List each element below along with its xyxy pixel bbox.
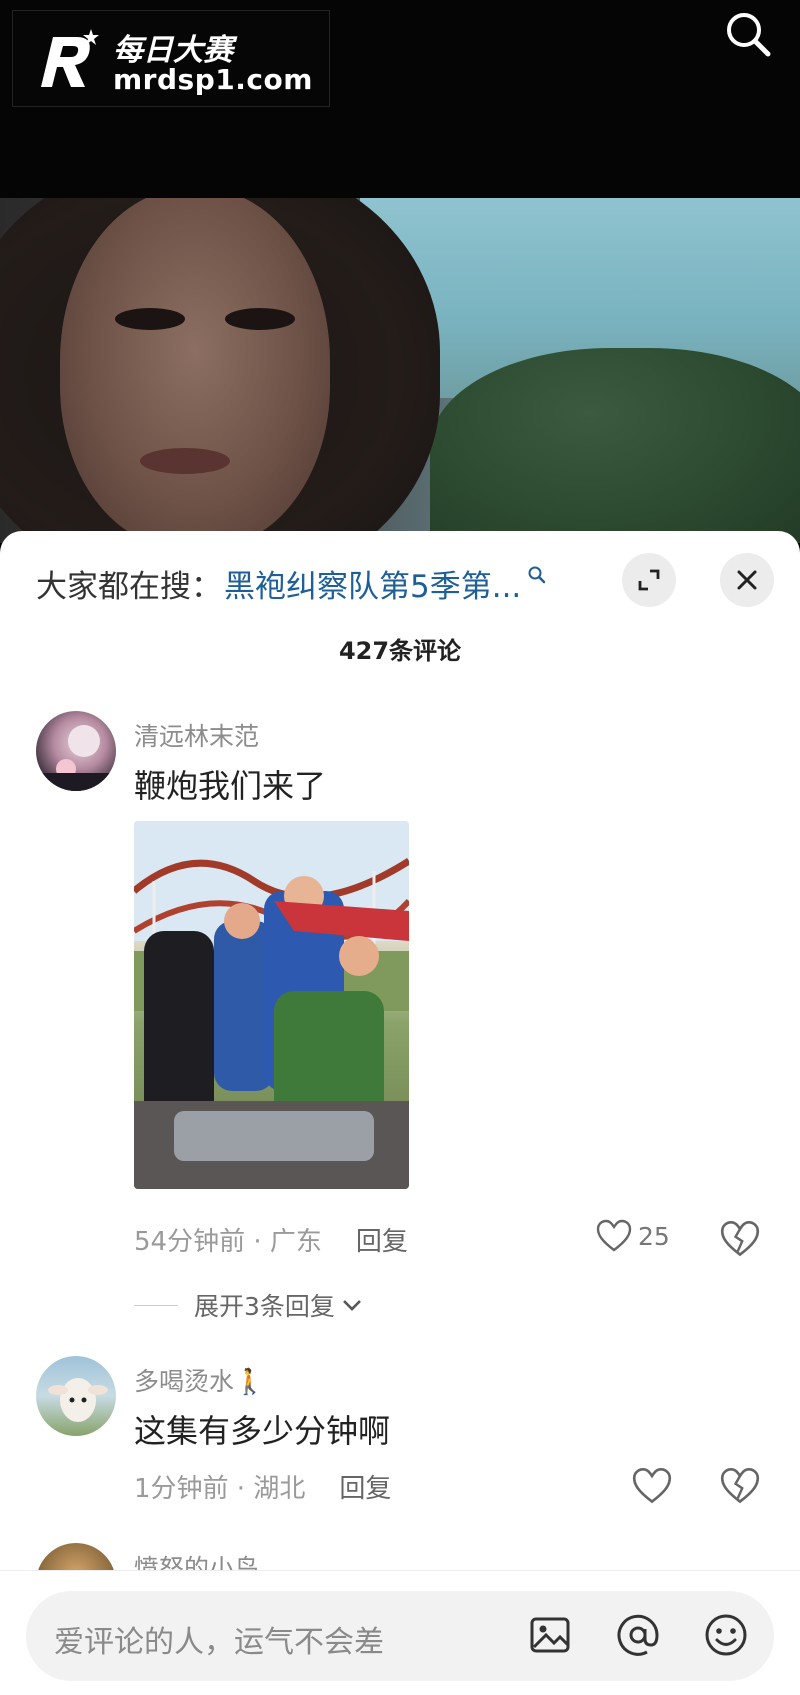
- reply-button[interactable]: 回复: [339, 1474, 391, 1504]
- video-person-face: [60, 198, 330, 543]
- expand-divider: [134, 1304, 178, 1306]
- image-icon[interactable]: [526, 1611, 574, 1659]
- video-player[interactable]: [0, 198, 800, 543]
- like-count: 25: [638, 1221, 670, 1251]
- video-person-eye: [225, 308, 295, 330]
- comment-count: 427条评论: [338, 637, 462, 665]
- logo-r-icon: [41, 29, 99, 87]
- heart-icon[interactable]: [632, 1466, 672, 1506]
- search-icon[interactable]: [720, 6, 776, 62]
- video-person-lips: [140, 448, 230, 474]
- comment-meta: 1分钟前 · 湖北 回复: [134, 1468, 391, 1505]
- comment-image[interactable]: [134, 821, 409, 1189]
- hot-search-bar[interactable]: 大家都在搜： 黑袍纠察队第5季第...: [36, 561, 547, 606]
- site-logo: 每日大赛 mrdsp1.com: [12, 10, 330, 107]
- comment-input-bar: 爱评论的人，运气不会差: [0, 1570, 800, 1695]
- comment-input[interactable]: 爱评论的人，运气不会差: [26, 1591, 774, 1681]
- broken-heart-icon[interactable]: [720, 1466, 760, 1506]
- reply-button[interactable]: 回复: [356, 1227, 408, 1257]
- video-person-eye: [115, 308, 185, 330]
- comment-meta: 54分钟前 · 广东 回复: [134, 1221, 408, 1258]
- like-button[interactable]: 25: [596, 1219, 670, 1253]
- hot-search-term[interactable]: 黑袍纠察队第5季第...: [224, 561, 521, 606]
- comment-text: 这集有多少分钟啊: [134, 1412, 391, 1450]
- rollercoaster-heroes-image: [134, 821, 409, 1189]
- search-icon: [528, 566, 546, 583]
- comment-time-location: 1分钟前 · 湖北: [134, 1474, 306, 1504]
- comment-item: 清远林末范 鞭炮我们来了 54分钟前 · 广东 回复 25 展开3条回复: [0, 711, 800, 1411]
- avatar[interactable]: [36, 1356, 116, 1436]
- emoji-icon[interactable]: [702, 1611, 750, 1659]
- close-button[interactable]: [720, 553, 774, 607]
- expand-replies-label: 展开3条回复: [194, 1292, 335, 1321]
- video-trees: [430, 348, 800, 543]
- video-top-bar: 每日大赛 mrdsp1.com: [0, 0, 800, 198]
- comment-username[interactable]: 多喝烫水🚶: [134, 1362, 265, 1398]
- avatar-image: [48, 1378, 108, 1422]
- broken-heart-icon[interactable]: [720, 1219, 760, 1259]
- logo-domain-text: mrdsp1.com: [113, 63, 313, 96]
- comment-text: 鞭炮我们来了: [134, 767, 327, 805]
- comment-input-placeholder: 爱评论的人，运气不会差: [54, 1625, 384, 1660]
- comment-sheet: 大家都在搜： 黑袍纠察队第5季第... 427条评论 清远林末范 鞭炮我们来了: [0, 531, 800, 1695]
- avatar-image: [36, 725, 116, 791]
- chevron-down-icon: [342, 1300, 361, 1311]
- at-icon[interactable]: [614, 1611, 662, 1659]
- comment-item: 多喝烫水🚶 这集有多少分钟啊 1分钟前 · 湖北 回复: [0, 1356, 800, 1556]
- hot-search-label: 大家都在搜：: [36, 569, 222, 605]
- close-icon: [737, 570, 757, 590]
- heart-icon: [596, 1219, 632, 1252]
- avatar[interactable]: [36, 711, 116, 791]
- expand-icon: [638, 569, 660, 591]
- comment-time-location: 54分钟前 · 广东: [134, 1227, 322, 1257]
- comment-username[interactable]: 清远林末范: [134, 717, 259, 753]
- expand-replies-button[interactable]: 展开3条回复: [134, 1287, 363, 1323]
- expand-button[interactable]: [622, 553, 676, 607]
